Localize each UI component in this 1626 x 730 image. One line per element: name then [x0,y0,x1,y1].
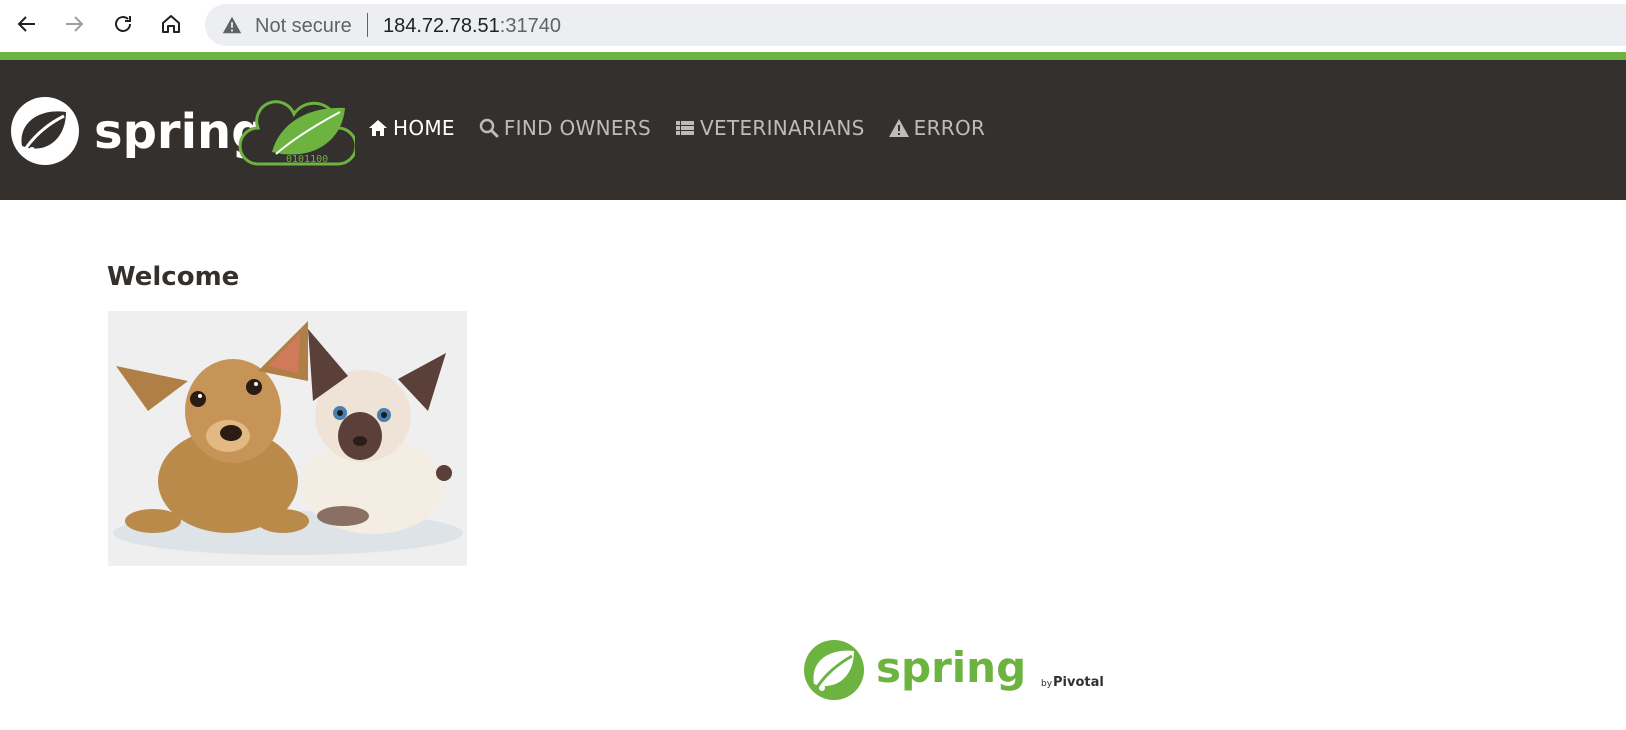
address-divider [367,13,368,37]
forward-button[interactable] [56,6,92,42]
accent-line [0,52,1626,60]
footer-by-text: by [1041,679,1053,689]
reload-button[interactable] [105,6,141,42]
nav-error[interactable]: ERROR [888,116,986,140]
nav-error-label: ERROR [913,116,986,140]
arrow-left-icon [17,16,35,32]
nav-home-label: HOME [393,116,455,140]
url-text[interactable]: 184.72.78.51:31740 [383,15,561,38]
footer-logo-text: spring [876,643,1026,692]
security-status[interactable]: Not secure [255,15,352,38]
footer-spring-logo: spring by Pivotal. [804,640,1104,700]
home-button[interactable] [153,6,189,42]
url-host: 184.72.78.51 [383,15,500,37]
main-menu: HOME FIND OWNERS VETERINARIANS ERROR [368,116,1009,140]
back-button[interactable] [9,6,45,42]
reload-icon [115,16,131,32]
list-icon [676,121,695,135]
arrow-right-icon [66,16,84,32]
warning-icon[interactable] [221,14,243,36]
warning-icon [888,119,909,137]
logo-cloud-digits: 0101100 [286,154,328,165]
nav-home[interactable]: HOME [368,116,455,140]
home-icon [369,120,387,136]
spring-petclinic-logo[interactable]: spring 0101100 [10,96,355,168]
footer-vendor-text: Pivotal. [1053,675,1104,690]
navbar: spring 0101100 HOME FIND OWNERS VETERINA… [0,60,1626,200]
address-bar[interactable]: Not secure 184.72.78.51:31740 [205,4,1626,46]
pets-image [108,311,467,566]
nav-veterinarians-label: VETERINARIANS [700,116,865,140]
page-title: Welcome [107,262,240,292]
home-icon [162,15,180,33]
search-icon [479,118,499,138]
nav-veterinarians[interactable]: VETERINARIANS [675,116,865,140]
nav-find-owners[interactable]: FIND OWNERS [479,116,651,140]
browser-toolbar: Not secure 184.72.78.51:31740 [0,0,1626,52]
url-port: :31740 [499,15,561,37]
nav-find-owners-label: FIND OWNERS [503,116,652,140]
